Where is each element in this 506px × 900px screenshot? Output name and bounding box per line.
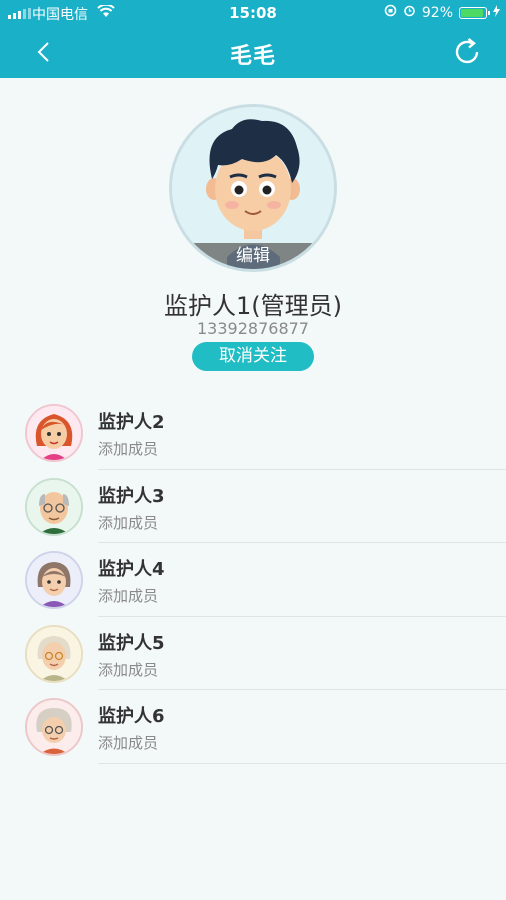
main-avatar[interactable]: 编辑	[169, 104, 337, 272]
battery-icon	[459, 6, 490, 19]
divider	[98, 762, 506, 764]
member-status: 添加成员	[98, 587, 159, 605]
list-item[interactable]: 监护人5 添加成员	[0, 617, 506, 690]
main-member-name: 监护人1(管理员)	[164, 292, 342, 320]
member-status: 添加成员	[98, 660, 159, 679]
grandma-avatar-icon	[25, 624, 83, 683]
member-list: 监护人2 添加成员 监护人3 添加成员 监护人4 添加成员 监护人5 添加成员 …	[0, 396, 506, 764]
list-item[interactable]: 监护人4 添加成员	[0, 543, 506, 617]
charging-icon	[493, 4, 500, 21]
status-bar: 中国电信 15:08 92%	[0, 0, 506, 26]
member-name: 监护人5	[98, 632, 165, 654]
navigation-bar: 毛毛	[0, 26, 506, 78]
girl-avatar-icon	[25, 404, 83, 462]
page-title: 毛毛	[229, 44, 276, 69]
unfollow-button[interactable]: 取消关注	[192, 342, 314, 371]
edit-avatar-label[interactable]: 编辑	[172, 243, 334, 269]
member-name: 监护人2	[98, 412, 165, 433]
battery-percentage: 92%	[421, 4, 453, 21]
grandpa-avatar-icon	[25, 477, 83, 536]
lock-rotation-icon	[384, 4, 397, 21]
list-item[interactable]: 监护人3 添加成员	[0, 470, 506, 543]
member-status: 添加成员	[98, 734, 159, 752]
member-name: 监护人6	[98, 706, 165, 727]
list-item[interactable]: 监护人2 添加成员	[0, 396, 506, 470]
alarm-icon	[403, 4, 416, 21]
main-member-phone: 13392876877	[197, 319, 309, 338]
member-name: 监护人4	[98, 559, 165, 580]
member-name: 监护人3	[98, 485, 165, 507]
refresh-button[interactable]	[450, 35, 484, 69]
woman-avatar-icon	[25, 551, 83, 609]
elderly-woman-avatar-icon	[25, 698, 83, 756]
member-status: 添加成员	[98, 440, 159, 458]
list-item[interactable]: 监护人6 添加成员	[0, 690, 506, 764]
refresh-icon	[455, 38, 479, 64]
member-status: 添加成员	[98, 513, 159, 532]
